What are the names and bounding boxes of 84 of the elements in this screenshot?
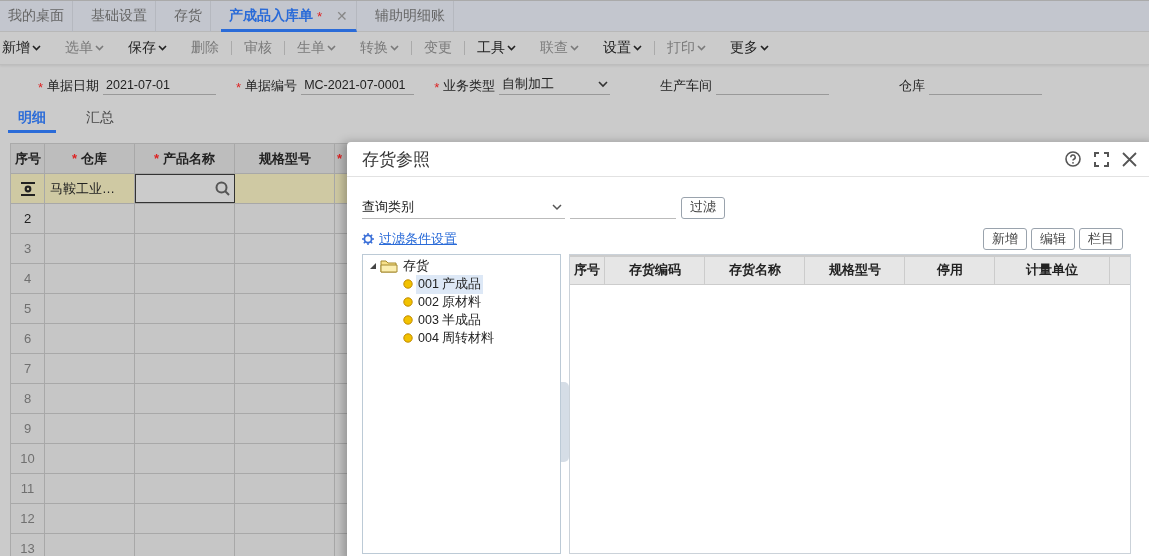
required-mark: * xyxy=(337,151,343,166)
column-header: * 仓库 xyxy=(45,144,135,173)
caret-icon xyxy=(598,81,609,88)
dot-icon xyxy=(403,315,413,325)
field-label: 业务类型 xyxy=(443,76,496,95)
column-header: 存货编码 xyxy=(605,257,705,284)
caret-icon xyxy=(570,45,579,51)
dialog-title: 存货参照 xyxy=(362,148,430,171)
dialog-button[interactable]: 编辑 xyxy=(1031,228,1075,250)
field-label: 单据日期 xyxy=(47,76,100,95)
expand-arrow-icon[interactable] xyxy=(369,262,377,270)
row-number: 2 xyxy=(23,211,32,226)
tree-item[interactable]: 存货 xyxy=(401,256,431,276)
row-number: 12 xyxy=(20,511,35,526)
document-tab[interactable]: 辅助明细账 xyxy=(367,0,455,32)
row-settings-icon[interactable] xyxy=(20,181,35,196)
toolbar-button[interactable]: 设置 xyxy=(601,39,654,57)
dot-icon xyxy=(403,279,413,289)
caret-icon xyxy=(507,45,516,51)
toolbar-button[interactable]: 更多 xyxy=(728,39,781,57)
row-number: 3 xyxy=(23,241,32,256)
row-number: 9 xyxy=(23,421,32,436)
caret-icon xyxy=(552,203,562,211)
help-icon[interactable] xyxy=(1065,151,1081,167)
select-field[interactable]: 自制加工 xyxy=(499,75,611,95)
row-number: 11 xyxy=(20,481,35,496)
document-tab[interactable]: 我的桌面 xyxy=(0,0,73,32)
close-icon[interactable] xyxy=(1122,151,1137,167)
caret-icon xyxy=(327,45,336,51)
dialog-button[interactable]: 新增 xyxy=(983,228,1027,250)
caret-icon xyxy=(697,45,706,51)
column-header: 计量单位 xyxy=(995,257,1110,284)
cell-input-field[interactable] xyxy=(135,174,235,203)
row-number: 10 xyxy=(20,451,35,466)
column-header: 停用 xyxy=(905,257,995,284)
row-number: 6 xyxy=(23,331,32,346)
field-label: 生产车间 xyxy=(660,76,713,95)
dot-icon xyxy=(403,333,413,343)
required-mark: * xyxy=(236,79,242,95)
caret-icon xyxy=(390,45,399,51)
filter-button[interactable]: 过滤 xyxy=(681,196,725,219)
tree-item[interactable]: 002 原材料 xyxy=(416,292,484,312)
caret-icon xyxy=(633,45,642,51)
required-mark: * xyxy=(153,151,160,166)
row-number: 4 xyxy=(23,271,32,286)
dot-icon xyxy=(403,297,413,307)
caret-icon xyxy=(158,45,167,51)
column-header: * 产品名称 xyxy=(135,144,235,173)
tree-item[interactable]: 004 周转材料 xyxy=(416,328,497,348)
column-header: 规格型号 xyxy=(805,257,905,284)
input-field[interactable]: 2021-07-01 xyxy=(103,75,217,95)
modified-mark: * xyxy=(317,8,323,24)
input-field[interactable]: MC-2021-07-0001 xyxy=(301,75,415,95)
maximize-icon[interactable] xyxy=(1094,151,1109,167)
row-number: 5 xyxy=(23,301,32,316)
caret-icon xyxy=(32,45,41,51)
caret-icon xyxy=(760,45,769,51)
toolbar-button[interactable]: 保存 xyxy=(126,39,179,57)
folder-icon xyxy=(380,259,398,273)
toolbar-button[interactable]: 新增 xyxy=(0,39,53,57)
column-header: 存货名称 xyxy=(705,257,805,284)
toolbar-button[interactable]: 工具 xyxy=(475,39,528,57)
query-select[interactable]: 查询类别 xyxy=(362,196,565,219)
document-tab[interactable]: 基础设置 xyxy=(83,0,156,32)
sub-tab[interactable]: 汇总 xyxy=(76,105,124,133)
search-icon[interactable] xyxy=(215,180,231,197)
required-mark: * xyxy=(434,79,440,95)
filter-settings-link[interactable]: 过滤条件设置 xyxy=(379,230,457,248)
field-label: 仓库 xyxy=(899,76,926,95)
column-header: 序号 xyxy=(11,144,45,173)
caret-icon xyxy=(95,45,104,51)
required-mark: * xyxy=(71,151,78,166)
row-number: 13 xyxy=(20,541,35,556)
column-header: 规格型号 xyxy=(235,144,335,173)
row-number: 8 xyxy=(23,391,32,406)
splitter-handle[interactable] xyxy=(561,382,569,462)
field-label: 单据编号 xyxy=(245,76,298,95)
tree-item[interactable]: 003 半成品 xyxy=(416,310,484,330)
gear-icon xyxy=(362,233,374,245)
dialog-button[interactable]: 栏目 xyxy=(1079,228,1123,250)
required-mark: * xyxy=(38,79,44,95)
column-header: 序号 xyxy=(570,257,605,284)
row-number: 7 xyxy=(23,361,32,376)
tree-item[interactable]: 001 产成品 xyxy=(416,274,484,294)
